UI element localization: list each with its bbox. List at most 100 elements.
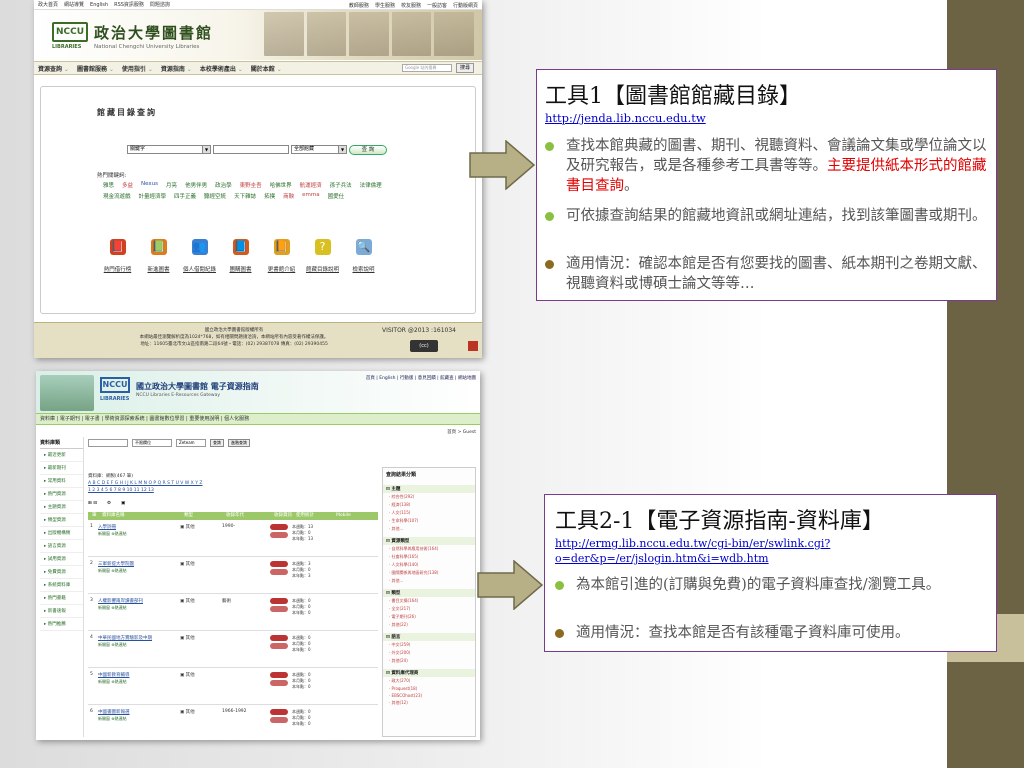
hot-keyword-link[interactable]: 四手正義 (174, 192, 196, 200)
facet-item[interactable]: · 電子期刊(26) (383, 613, 475, 621)
nav-item[interactable]: 使用指引 ⌄ (122, 64, 153, 73)
facet-heading[interactable]: ⊟ 類型 (383, 589, 475, 597)
tool-item[interactable]: ⊞ ⊟ (88, 501, 97, 506)
facet-item[interactable]: · 人文(115) (383, 509, 475, 517)
hot-keyword-link[interactable]: 計量經濟學 (139, 192, 167, 200)
facet-item[interactable]: · 社會科學(165) (383, 553, 475, 561)
database-links[interactable]: 新開窗 ⊕熱連結 (98, 642, 127, 648)
facet-item[interactable]: · 經濟(138) (383, 501, 475, 509)
top-link[interactable]: RSS資訊服務 (114, 1, 144, 8)
alpha-index-links[interactable]: A B C D E F G H I J K L M N O P Q R S T … (88, 481, 202, 486)
tool-item[interactable]: ⚙ (107, 501, 111, 506)
tool-item[interactable]: ▣ (121, 501, 125, 506)
database-links[interactable]: 新開窗 ⊕熱連結 (98, 531, 127, 537)
google-search-button[interactable]: 搜尋 (456, 63, 474, 73)
query-button[interactable]: 查 詢 (349, 145, 387, 155)
hot-keyword-link[interactable]: 政治學 (215, 181, 232, 189)
info-badge[interactable] (270, 672, 288, 678)
database-links[interactable]: 新開窗 ⊕熱連結 (98, 679, 127, 685)
hot-keyword-link[interactable]: 天下雜誌 (234, 192, 256, 200)
info-badge[interactable] (270, 643, 288, 649)
facet-heading[interactable]: ⊟ 資料庫代理商 (383, 669, 475, 677)
home-icon[interactable] (468, 341, 478, 351)
mode-select[interactable]: Zeteam (176, 439, 206, 447)
hot-keyword-link[interactable]: emma (302, 192, 319, 200)
service-icon-item[interactable]: 📕 熱門借行榜 (97, 239, 138, 273)
facet-heading[interactable]: ⊟ 語言 (383, 633, 475, 641)
top-right-link[interactable]: 教師服務 (349, 2, 369, 9)
info-badge[interactable] (270, 598, 288, 604)
facet-item[interactable]: · 中文(259) (383, 641, 475, 649)
database-links[interactable]: 新開窗 ⊕熱連結 (98, 568, 127, 574)
sidebar-item[interactable]: ▸ 出版機構類 (40, 527, 83, 540)
facet-heading[interactable]: ⊟ 主題 (383, 485, 475, 493)
sidebar-item[interactable]: ▸ 主題資源 (40, 501, 83, 514)
keyword-input[interactable] (88, 439, 128, 447)
top-link[interactable]: English (90, 2, 108, 8)
sidebar-item[interactable]: ▸ 熱門推薦 (40, 618, 83, 631)
facet-item[interactable]: · 自然科學與應用技術(164) (383, 545, 475, 553)
database-link[interactable]: 人權影響兩岸讀書部刊 (98, 598, 143, 604)
facet-item[interactable]: · Proquest(18) (383, 685, 475, 692)
sidebar-item[interactable]: ▸ 系統資料庫 (40, 579, 83, 592)
hot-keyword-link[interactable]: 多益 (122, 181, 133, 189)
sidebar-item[interactable]: ▸ 熱門書籍 (40, 592, 83, 605)
info-badge[interactable] (270, 532, 288, 538)
sidebar-item[interactable]: ▸ 常用資料 (40, 475, 83, 488)
sidebar-item[interactable]: ▸ 試用資源 (40, 553, 83, 566)
scope-select[interactable]: 全部館藏 ▼ (291, 145, 347, 154)
nav-item[interactable]: 資源查詢 ⌄ (38, 64, 69, 73)
database-links[interactable]: 新開窗 ⊕熱連結 (98, 716, 127, 722)
hot-keyword-link[interactable]: 國愛仕 (328, 192, 345, 200)
service-icon-item[interactable]: 📙 更書館介紹 (261, 239, 302, 273)
field-select[interactable]: 關鍵字 ▼ (127, 145, 211, 154)
info-badge[interactable] (270, 709, 288, 715)
hot-keyword-link[interactable]: 東野圭吾 (240, 181, 262, 189)
info-badge[interactable] (270, 680, 288, 686)
service-icon-item[interactable]: 👥 個人借閱紀錄 (179, 239, 220, 273)
nav-item[interactable]: 關於本館 ⌄ (251, 64, 282, 73)
hot-keyword-link[interactable]: 商鞅 (283, 192, 294, 200)
top-right-link[interactable]: 一般訪客 (427, 2, 447, 9)
main-nav[interactable]: 資料庫 | 電子期刊 | 電子書 | 學術資源探索系統 | 圖書館數位學習 | … (36, 413, 480, 425)
hot-keyword-link[interactable]: 拓撲 (264, 192, 275, 200)
page-links[interactable]: 1 2 3 4 5 6 7 8 9 10 11 12 13 (88, 488, 154, 493)
nav-item[interactable]: 資源指南 ⌄ (161, 64, 192, 73)
top-links[interactable]: 首頁 | English | 行動版 | 意見回饋 | 館藏查 | 網站地圖 (366, 375, 476, 381)
info-badge[interactable] (270, 569, 288, 575)
service-icon-item[interactable]: 🔍 檢索說明 (343, 239, 384, 273)
eresources-url-link[interactable]: http://ermg.lib.nccu.edu.tw/cgi-bin/er/s… (555, 536, 865, 566)
top-right-link[interactable]: 行動版網頁 (453, 2, 478, 9)
facet-item[interactable]: · 全文(217) (383, 605, 475, 613)
facet-item[interactable]: · 國際關係與地區研究(138) (383, 569, 475, 577)
facet-item[interactable]: · EBSCOhost(23) (383, 692, 475, 699)
advanced-query-button[interactable]: 進階查詢 (228, 439, 250, 447)
info-badge[interactable] (270, 561, 288, 567)
hot-keyword-link[interactable]: 他男伴男 (185, 181, 207, 189)
sidebar-item[interactable]: ▸ 語言資源 (40, 540, 83, 553)
facet-heading[interactable]: ⊟ 資源類型 (383, 537, 475, 545)
facet-item[interactable]: · 其他(24) (383, 657, 475, 665)
facet-item[interactable]: · 書目文摘(164) (383, 597, 475, 605)
database-link[interactable]: 中國新教育輔導 (98, 672, 130, 678)
hot-keyword-link[interactable]: 孫子兵法 (330, 181, 352, 189)
hot-keyword-link[interactable]: 航運經濟 (300, 181, 322, 189)
hot-keyword-link[interactable]: 聽經空統 (204, 192, 226, 200)
nav-item[interactable]: 本校學術產出 ⌄ (200, 64, 243, 73)
database-link[interactable]: 入學詞冊 (98, 524, 116, 530)
facet-item[interactable]: · 人文科學(140) (383, 561, 475, 569)
top-link[interactable]: 政大首頁 (38, 1, 58, 8)
sidebar-item[interactable]: ▸ 最近更新 (40, 449, 83, 462)
service-icon-item[interactable]: 📗 新進圖書 (138, 239, 179, 273)
sidebar-item[interactable]: ▸ 類型資源 (40, 514, 83, 527)
hot-keyword-link[interactable]: 法律倫理 (360, 181, 382, 189)
hot-keyword-link[interactable]: 雅思 (103, 181, 114, 189)
sidebar-item[interactable]: ▸ 熱門資源 (40, 488, 83, 501)
info-badge[interactable] (270, 717, 288, 723)
nccu-logo[interactable]: NCCU (100, 377, 130, 393)
sidebar-item[interactable]: ▸ 新書速報 (40, 605, 83, 618)
service-icon-item[interactable]: ? 館藏目錄說明 (302, 239, 343, 273)
facet-item[interactable]: · 其他(12) (383, 699, 475, 707)
nav-item[interactable]: 圖書館服務 ⌄ (77, 64, 114, 73)
hot-keyword-link[interactable]: 現金流遊戲 (103, 192, 131, 200)
